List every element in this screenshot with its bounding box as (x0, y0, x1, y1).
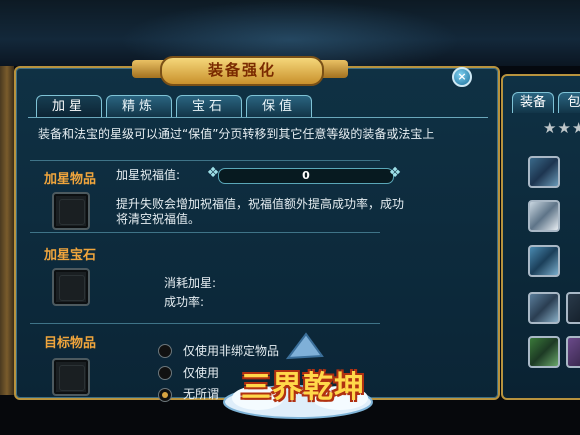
cost-label: 消耗加星: (164, 276, 217, 290)
option-bound-only-label[interactable]: 仅使用 (183, 364, 219, 381)
inventory-item-slot[interactable] (566, 336, 580, 368)
star-gem-label: 加星宝石 (44, 248, 97, 263)
divider (30, 323, 380, 324)
inventory-item-slot[interactable] (528, 156, 560, 188)
bless-hint-text: 提升失败会增加祝福值，祝福值额外提高成功率，成功将清空祝福值。 (116, 197, 405, 226)
inventory-item-slot[interactable] (528, 336, 560, 368)
option-any-radio[interactable] (158, 388, 172, 402)
target-item-slot[interactable] (52, 358, 90, 396)
tab-divider (28, 117, 488, 118)
background-scene-left (0, 66, 14, 396)
tab-equipment[interactable]: 装备 (512, 92, 554, 113)
bless-value-label: 加星祝福值: (116, 168, 181, 182)
tab-preserve[interactable]: 保值 (246, 95, 312, 117)
description-text: 装备和法宝的星级可以通过“保值”分页转移到其它任意等级的装备或法宝上 (38, 127, 435, 141)
star-rating: ★★★ (543, 119, 580, 137)
close-button[interactable]: × (452, 67, 472, 87)
tab-gem[interactable]: 宝石 (176, 95, 242, 117)
bless-value-bar: 0 (218, 168, 394, 184)
divider (30, 232, 380, 233)
inventory-item-slot[interactable] (528, 292, 560, 324)
option-any-label[interactable]: 无所谓 (183, 385, 219, 402)
target-item-label: 目标物品 (44, 336, 97, 351)
success-rate-label: 成功率: (164, 295, 205, 309)
tab-refine[interactable]: 精炼 (106, 95, 172, 117)
tab-bag[interactable]: 包 (558, 92, 580, 113)
star-item-slot[interactable] (52, 192, 90, 230)
window-title: 装备强化 (160, 56, 324, 86)
tab-bar: 加星 精炼 宝石 保值 (36, 95, 312, 117)
tab-add-star[interactable]: 加星 (36, 95, 102, 117)
bar-cap-right-icon: ❖ (388, 165, 402, 181)
star-item-label: 加星物品 (44, 172, 97, 187)
inventory-item-slot[interactable] (566, 292, 580, 324)
option-unbound-only-radio[interactable] (158, 344, 172, 358)
inventory-item-slot[interactable] (528, 200, 560, 232)
inventory-item-slot[interactable] (528, 245, 560, 277)
star-gem-slot[interactable] (52, 268, 90, 306)
divider (30, 160, 380, 161)
game-logo-text: 三界乾坤 (241, 370, 365, 405)
option-bound-only-radio[interactable] (158, 366, 172, 380)
